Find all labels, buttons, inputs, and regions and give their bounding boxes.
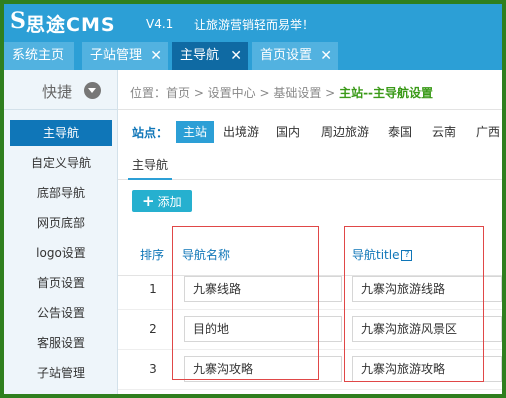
tab-home-settings[interactable]: 首页设置 ✕ xyxy=(252,42,338,70)
app-header: S 思途CMS V4.1 让旅游营销轻而易举！ xyxy=(4,4,502,40)
app-slogan: 让旅游营销轻而易举！ xyxy=(194,18,315,32)
close-icon[interactable]: ✕ xyxy=(150,42,162,70)
sidebar-item-customer-service[interactable]: 客服设置 xyxy=(4,330,118,356)
close-icon[interactable]: ✕ xyxy=(230,42,242,70)
tab-label: 系统主页 xyxy=(12,48,65,63)
app-frame: S 思途CMS V4.1 让旅游营销轻而易举！ 系统主页 子站管理 ✕ 主导航 … xyxy=(4,4,502,394)
sidebar-header-label: 快捷 xyxy=(42,83,73,101)
sidebar-item-bottom-nav[interactable]: 底部导航 xyxy=(4,180,118,206)
subtab-bar: 主导航 xyxy=(118,150,502,180)
plus-icon: + xyxy=(142,192,155,210)
station-selector: 站点： 主站 出境游 国内 周边旅游 泰国 云南 广西 xyxy=(118,110,502,150)
station-thailand[interactable]: 泰国 xyxy=(386,121,414,143)
tab-bar: 系统主页 子站管理 ✕ 主导航 ✕ 首页设置 ✕ xyxy=(4,40,502,70)
breadcrumb-path: 位置：首页 > 设置中心 > 基础设置 > xyxy=(130,86,340,100)
sidebar-item-page-footer[interactable]: 网页底部 xyxy=(4,210,118,236)
tab-main-nav-sub[interactable]: 主导航 xyxy=(132,156,168,173)
tab-label: 首页设置 xyxy=(260,48,313,63)
row-order[interactable]: 1 xyxy=(140,282,166,296)
logo-text: 思途CMS xyxy=(26,14,116,36)
sidebar-item-custom-nav[interactable]: 自定义导航 xyxy=(4,150,118,176)
station-yunnan[interactable]: 云南 xyxy=(430,121,458,143)
station-outbound[interactable]: 出境游 xyxy=(220,121,262,143)
add-button[interactable]: + 添加 xyxy=(132,190,192,212)
subtab-underline xyxy=(128,178,172,180)
tab-label: 子站管理 xyxy=(90,48,143,63)
row-order[interactable]: 3 xyxy=(140,362,166,376)
sidebar-item-substation[interactable]: 子站管理 xyxy=(4,360,118,386)
station-main[interactable]: 主站 xyxy=(176,121,214,143)
highlight-box-title-column xyxy=(344,226,484,382)
row-order[interactable]: 2 xyxy=(140,322,166,336)
station-nearby[interactable]: 周边旅游 xyxy=(318,121,372,143)
chevron-down-circle-icon[interactable] xyxy=(84,82,101,99)
sidebar-item-notice[interactable]: 公告设置 xyxy=(4,300,118,326)
breadcrumb: 位置：首页 > 设置中心 > 基础设置 > 主站--主导航设置 xyxy=(118,70,502,110)
add-button-label: 添加 xyxy=(157,195,182,209)
sidebar: 快捷 主导航 自定义导航 底部导航 网页底部 logo设置 首页设置 公告设置 … xyxy=(4,70,118,394)
tab-label: 主导航 xyxy=(180,48,220,63)
sidebar-item-logo[interactable]: logo设置 xyxy=(4,240,118,266)
app-version: V4.1 xyxy=(146,17,174,31)
logo-mark: S xyxy=(10,8,26,34)
tab-substation[interactable]: 子站管理 ✕ xyxy=(82,42,168,70)
close-icon[interactable]: ✕ xyxy=(320,42,332,70)
tab-main-nav[interactable]: 主导航 ✕ xyxy=(172,42,248,70)
sidebar-quick-header[interactable]: 快捷 xyxy=(4,70,118,110)
station-label: 站点： xyxy=(132,126,169,140)
tab-system-home[interactable]: 系统主页 xyxy=(4,42,74,70)
column-header-order: 排序 xyxy=(140,248,165,262)
sidebar-item-main-nav[interactable]: 主导航 xyxy=(10,120,112,146)
sidebar-item-home-settings[interactable]: 首页设置 xyxy=(4,270,118,296)
station-domestic[interactable]: 国内 xyxy=(274,121,302,143)
station-guangxi[interactable]: 广西 xyxy=(474,121,502,143)
breadcrumb-current: 主站--主导航设置 xyxy=(339,86,434,100)
breadcrumb-text: 位置：首页 > 设置中心 > 基础设置 > 主站--主导航设置 xyxy=(130,84,433,101)
highlight-box-name-column xyxy=(172,226,319,380)
